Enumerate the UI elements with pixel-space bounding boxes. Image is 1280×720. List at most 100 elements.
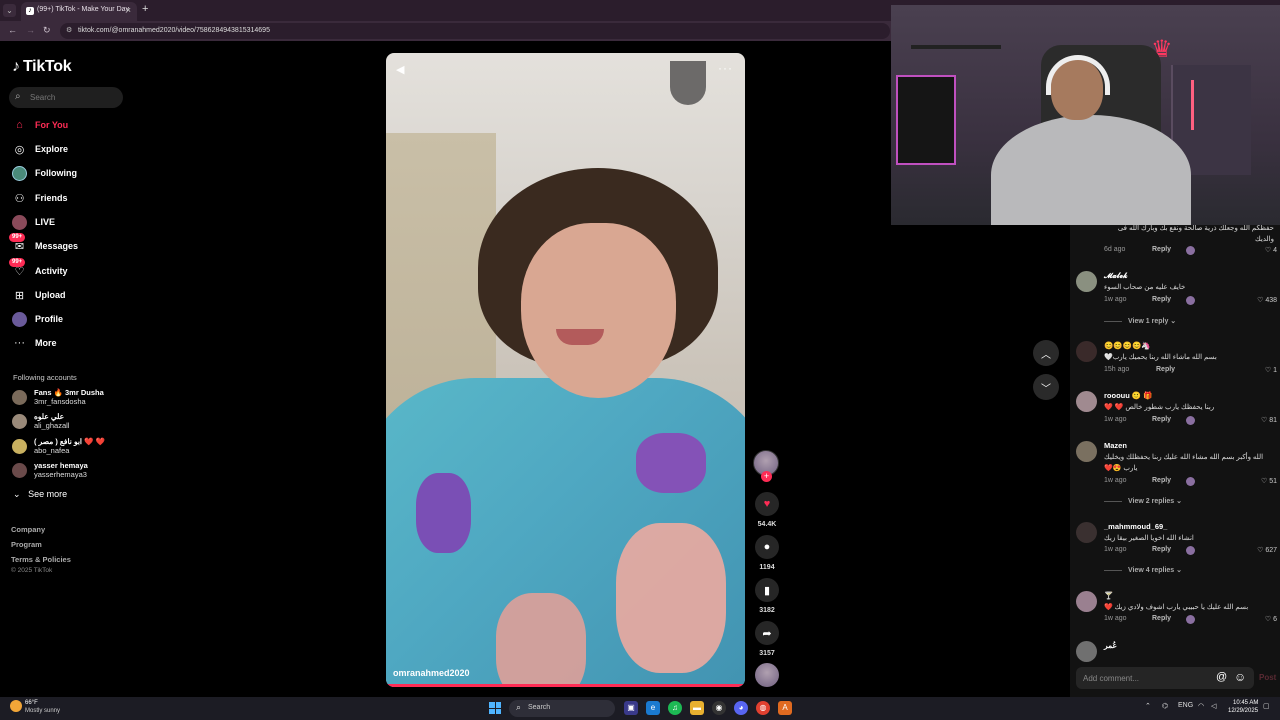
windows-start-icon[interactable] — [489, 702, 501, 714]
site-info-icon[interactable]: ⚙ — [66, 26, 72, 34]
file-explorer-icon[interactable]: ▬ — [690, 701, 704, 715]
language-indicator[interactable]: ENG — [1178, 702, 1193, 709]
avatar[interactable] — [1076, 441, 1097, 462]
add-comment-box[interactable]: @ ☺ — [1076, 667, 1254, 689]
nav-friends[interactable]: ⚇ Friends — [12, 189, 68, 207]
nav-profile[interactable]: Profile — [12, 310, 63, 328]
like-button[interactable]: ♥ — [755, 492, 779, 516]
comment-like-button[interactable]: ♡ 627 — [1257, 546, 1277, 554]
avatar[interactable] — [1076, 391, 1097, 412]
weather-temp[interactable]: 66°F — [25, 700, 38, 706]
search-box[interactable]: ⌕ — [9, 87, 123, 108]
taskbar-search[interactable]: ⌕ Search — [509, 700, 615, 717]
video-progress-bar[interactable] — [386, 684, 745, 687]
comment-button[interactable]: ● — [755, 535, 779, 559]
post-button[interactable]: Post — [1259, 673, 1276, 682]
save-button[interactable]: ▮ — [755, 578, 779, 602]
following-account[interactable]: ابو نافع ( مصر ) ❤️ ❤️ abo_nafea — [12, 437, 132, 457]
footer-terms-link[interactable]: Terms & Policies — [11, 555, 71, 564]
github-icon[interactable]: ◉ — [712, 701, 726, 715]
comment-author[interactable]: Mazen — [1104, 441, 1127, 450]
more-options-icon[interactable]: ··· — [718, 61, 733, 75]
view-replies-button[interactable]: View 4 replies ⌄ — [1104, 566, 1182, 574]
reply-button[interactable]: Reply — [1152, 296, 1171, 303]
reply-button[interactable]: Reply — [1152, 615, 1171, 622]
comment-author[interactable]: عُمر — [1104, 641, 1117, 650]
tiktok-logo[interactable]: ♪ TikTok — [12, 58, 72, 76]
video-author[interactable]: omranahmed2020 — [393, 668, 470, 678]
comment-like-button[interactable]: ♡ 6 — [1265, 615, 1277, 623]
close-tab-icon[interactable]: × — [126, 5, 131, 15]
follow-plus-icon[interactable]: + — [761, 471, 772, 482]
task-view-icon[interactable]: ▣ — [624, 701, 638, 715]
nav-live[interactable]: LIVE — [12, 213, 55, 231]
nav-activity[interactable]: ♡ 99+ Activity — [9, 257, 68, 280]
sound-disc[interactable] — [755, 663, 779, 687]
comment-author[interactable]: 😊😊😊😊🦄 — [1104, 341, 1151, 350]
notification-icon[interactable]: ▢ — [1263, 702, 1270, 710]
avatar[interactable] — [1076, 341, 1097, 362]
footer-program-link[interactable]: Program — [11, 540, 42, 549]
avatar[interactable] — [1076, 522, 1097, 543]
next-video-button[interactable]: ﹀ — [1033, 374, 1059, 400]
emoji-icon[interactable]: ☺ — [1234, 670, 1246, 684]
tab-menu-button[interactable]: ⌄ — [3, 4, 16, 17]
app-icon[interactable]: A — [778, 701, 792, 715]
footer-company-link[interactable]: Company — [11, 525, 45, 534]
avatar[interactable] — [1076, 271, 1097, 292]
reply-button[interactable]: Reply — [1152, 416, 1171, 423]
video-player[interactable]: ◀ ··· omranahmed2020 — [386, 53, 745, 687]
comment-like-button[interactable]: ♡ 81 — [1261, 416, 1277, 424]
url-field[interactable]: ⚙ tiktok.com/@omranahmed2020/video/75862… — [60, 23, 890, 39]
edge-icon[interactable]: e — [646, 701, 660, 715]
reply-button[interactable]: Reply — [1152, 477, 1171, 484]
reply-button[interactable]: Reply — [1156, 366, 1175, 373]
chrome-icon[interactable]: ◍ — [756, 701, 770, 715]
avatar[interactable] — [1076, 641, 1097, 662]
view-replies-button[interactable]: View 2 replies ⌄ — [1104, 497, 1182, 505]
spotify-icon[interactable]: ♫ — [668, 701, 682, 715]
volume-icon[interactable]: ◁ — [1211, 702, 1216, 710]
comment-like-button[interactable]: ♡ 51 — [1261, 477, 1277, 485]
weather-desc[interactable]: Mostly sunny — [25, 708, 60, 714]
comment-author[interactable]: rooouu 🙂 🎁 — [1104, 391, 1153, 400]
volume-icon[interactable]: ◀ — [396, 63, 404, 76]
nav-messages[interactable]: ✉ 99+ Messages — [9, 232, 78, 255]
comment-like-button[interactable]: ♡ 1 — [1265, 366, 1277, 374]
nav-upload[interactable]: ⊞ Upload — [12, 286, 66, 304]
nav-for-you[interactable]: ⌂ For You — [12, 116, 68, 134]
nav-explore[interactable]: ◎ Explore — [12, 140, 68, 158]
clock-date[interactable]: 12/29/2025 — [1228, 708, 1258, 714]
nav-following[interactable]: Following — [12, 164, 77, 182]
nav-more[interactable]: ··· More — [12, 334, 57, 352]
browser-tab[interactable]: ♪ (99+) TikTok - Make Your Day × — [21, 2, 137, 21]
view-replies-button[interactable]: View 1 reply ⌄ — [1104, 317, 1176, 325]
comment-author[interactable]: 𝓜𝓪𝓵𝓮𝓴 — [1104, 271, 1127, 281]
wifi-icon[interactable]: ◠ — [1198, 702, 1204, 710]
comment-author[interactable]: _mahmmoud_69_ — [1104, 522, 1167, 531]
avatar[interactable] — [1076, 591, 1097, 612]
comment-like-button[interactable]: ♡ 4 — [1265, 246, 1277, 254]
following-account[interactable]: yasser hemaya yasserhemaya3 — [12, 461, 132, 481]
following-account[interactable]: علي علوه ali_ghazall — [12, 412, 132, 432]
reload-icon[interactable]: ↻ — [43, 25, 51, 36]
search-input[interactable] — [30, 91, 118, 104]
forward-icon[interactable]: → — [26, 25, 35, 35]
new-tab-button[interactable]: + — [142, 3, 148, 15]
reply-button[interactable]: Reply — [1152, 546, 1171, 553]
show-hidden-icons[interactable]: ⌃ — [1145, 702, 1151, 710]
see-more-button[interactable]: ⌄ See more — [13, 489, 67, 500]
network-icon[interactable]: ⌬ — [1162, 702, 1168, 710]
back-icon[interactable]: ← — [8, 25, 17, 35]
sun-icon[interactable] — [10, 700, 22, 712]
mention-icon[interactable]: @ — [1216, 671, 1227, 683]
add-comment-input[interactable] — [1083, 672, 1213, 684]
previous-video-button[interactable]: ︿ — [1033, 340, 1059, 366]
discord-icon[interactable]: ◕ — [734, 701, 748, 715]
clock-time[interactable]: 10:45 AM — [1233, 700, 1258, 706]
comment-like-button[interactable]: ♡ 438 — [1257, 296, 1277, 304]
comment-author[interactable]: 🍸 — [1104, 591, 1113, 600]
reply-button[interactable]: Reply — [1152, 246, 1171, 253]
following-account[interactable]: Fans 🔥 3mr Dusha 3mr_fansdosha — [12, 388, 132, 408]
share-button[interactable]: ➦ — [755, 621, 779, 645]
